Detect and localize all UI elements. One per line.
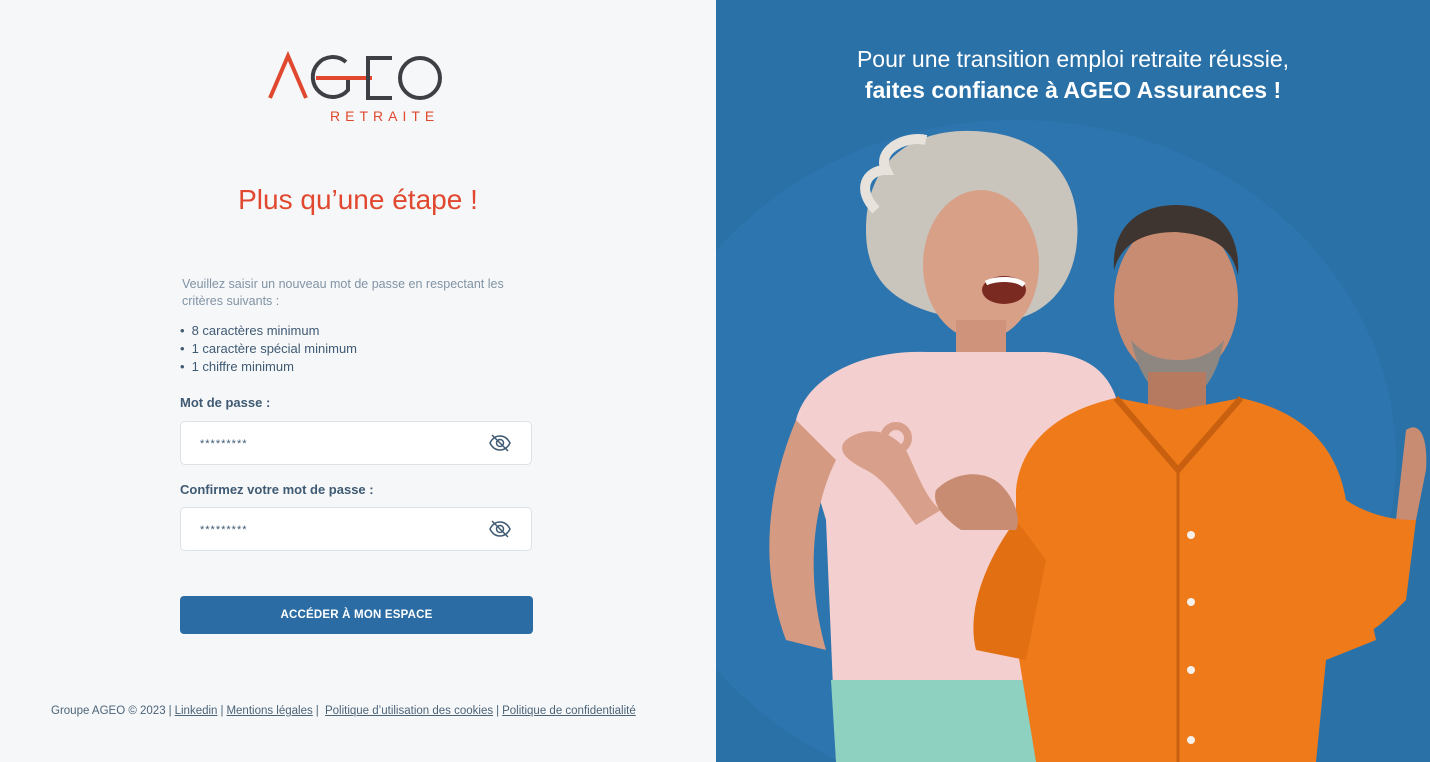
instructions-text: Veuillez saisir un nouveau mot de passe … xyxy=(182,277,504,308)
eye-slash-icon[interactable] xyxy=(489,433,511,453)
legal-notice-link[interactable]: Mentions légales xyxy=(226,705,312,717)
cookie-policy-link[interactable]: Politique d’utilisation des cookies xyxy=(325,705,493,717)
page-title: Plus qu’une étape ! xyxy=(238,184,478,215)
hero-photo xyxy=(716,120,1427,762)
copyright-text: Groupe AGEO © 2023 xyxy=(51,705,166,717)
criteria-item: 1 chiffre minimum xyxy=(180,358,357,376)
password-criteria-list: 8 caractères minimum 1 caractère spécial… xyxy=(180,322,357,376)
criteria-item: 8 caractères minimum xyxy=(180,322,357,340)
privacy-policy-link[interactable]: Politique de confidentialité xyxy=(502,705,636,717)
confirm-password-input[interactable] xyxy=(198,508,482,552)
hero-line-1: Pour une transition emploi retraite réus… xyxy=(856,46,1290,72)
eye-slash-icon[interactable] xyxy=(489,519,511,539)
criteria-item: 1 caractère spécial minimum xyxy=(180,340,357,358)
password-label: Mot de passe : xyxy=(180,395,271,410)
ageo-retraite-logo: RETRAITE xyxy=(268,50,448,126)
submit-button[interactable]: ACCÉDER À MON ESPACE xyxy=(180,596,533,634)
footer: Groupe AGEO © 2023 | Linkedin | Mentions lég… xyxy=(51,705,636,717)
confirm-password-field[interactable] xyxy=(180,507,532,552)
hero-line-2: faites confiance à AGEO Assurances ! xyxy=(864,77,1282,103)
hero-headline: Pour une transition emploi retraite réus… xyxy=(716,44,1430,106)
login-panel: RETRAITE Plus qu’une étape ! Veuillez sa… xyxy=(0,0,716,762)
password-field[interactable] xyxy=(180,421,532,466)
password-input[interactable] xyxy=(198,422,482,466)
hero-panel: Pour une transition emploi retraite réus… xyxy=(716,0,1430,762)
logo-subtitle: RETRAITE xyxy=(330,108,440,124)
confirm-password-label: Confirmez votre mot de passe : xyxy=(180,482,374,497)
linkedin-link[interactable]: Linkedin xyxy=(175,705,218,717)
